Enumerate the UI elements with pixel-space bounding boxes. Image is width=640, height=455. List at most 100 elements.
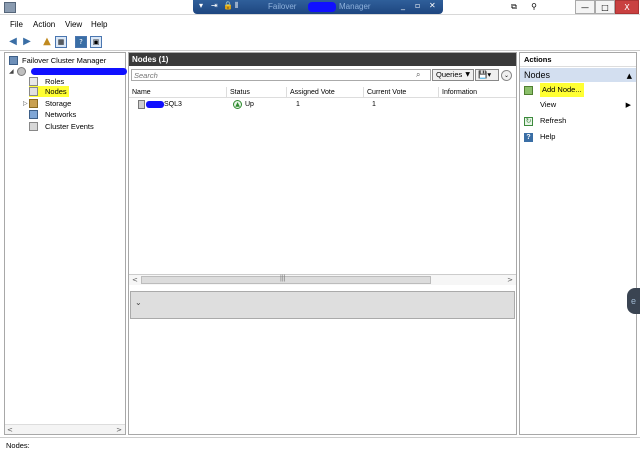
- cluster-manager-icon: [9, 56, 18, 65]
- lock-icon: 🔒: [223, 1, 233, 10]
- node-current-vote: 1: [372, 101, 376, 108]
- signal-icon: ⫴: [235, 1, 239, 10]
- nodes-icon: [29, 87, 38, 96]
- minimize-button[interactable]: —: [575, 0, 595, 14]
- tree-item-label: Cluster Events: [45, 122, 94, 131]
- chevron-down-icon: ▼: [465, 71, 470, 78]
- actions-group-nodes[interactable]: Nodes ▲: [520, 68, 636, 82]
- app-icon: [4, 2, 16, 13]
- search-input[interactable]: [131, 69, 431, 81]
- rdp-close-button[interactable]: ✕: [429, 1, 436, 10]
- column-information[interactable]: Information: [439, 87, 516, 98]
- scroll-left-icon[interactable]: <: [132, 275, 138, 285]
- chevron-down-icon[interactable]: ⌄: [135, 298, 142, 307]
- refresh-icon: ↻: [524, 117, 533, 126]
- redacted-cluster-name: [31, 68, 127, 75]
- connection-icon: ⇥: [211, 1, 218, 10]
- node-status: Up: [245, 101, 254, 108]
- nodes-title: Nodes (1): [129, 53, 516, 66]
- tree-cluster[interactable]: ◢: [9, 66, 127, 77]
- side-panel-handle-icon[interactable]: e: [627, 288, 640, 314]
- maximize-button[interactable]: □: [595, 0, 615, 14]
- save-query-button[interactable]: 💾▾: [475, 69, 499, 81]
- back-icon[interactable]: ◀: [7, 36, 19, 48]
- grid-header: Name Status Assigned Vote Current Vote I…: [129, 87, 516, 98]
- scrollbar-thumb[interactable]: |||: [141, 275, 431, 284]
- scroll-grip-icon: |||: [280, 275, 286, 282]
- actions-group-label: Nodes: [524, 70, 551, 80]
- remote-desktop-bar: ▾ ⇥ 🔒 ⫴ Failover Manager _ ▫ ✕: [193, 0, 443, 14]
- scroll-right-icon[interactable]: >: [116, 425, 122, 435]
- server-icon: [138, 100, 145, 109]
- status-text: Nodes:: [6, 441, 30, 450]
- action-label: Help: [540, 132, 556, 141]
- queries-button[interactable]: Queries ▼: [432, 69, 474, 81]
- collapse-icon[interactable]: ▲: [627, 69, 632, 83]
- scroll-left-icon[interactable]: <: [7, 425, 13, 435]
- menu-bar: File Action View Help: [0, 17, 640, 32]
- expand-collapse-icon[interactable]: ⌄: [501, 70, 512, 81]
- navigation-tree: Failover Cluster Manager ◢ Roles Nodes ▷…: [4, 52, 127, 435]
- nodes-pane: Nodes (1) ⌕ Queries ▼ 💾▾ ⌄ Name Status A…: [128, 52, 517, 435]
- queries-label: Queries: [436, 70, 463, 79]
- add-node-icon: [524, 86, 533, 95]
- node-assigned-vote: 1: [296, 101, 300, 108]
- status-up-icon: ▲: [233, 100, 242, 109]
- node-name: SQL3: [164, 101, 182, 108]
- submenu-arrow-icon: ▶: [625, 101, 631, 109]
- storage-icon: [29, 99, 38, 108]
- tree-item-nodes[interactable]: Nodes: [29, 86, 69, 97]
- column-status[interactable]: Status: [227, 87, 287, 98]
- events-icon: [29, 122, 38, 131]
- menu-file[interactable]: File: [10, 20, 23, 29]
- column-assigned-vote[interactable]: Assigned Vote: [287, 87, 364, 98]
- column-current-vote[interactable]: Current Vote: [364, 87, 439, 98]
- collapse-arrow-icon[interactable]: ◢: [9, 66, 14, 77]
- toolbar: ◀ ▶ ▲ ▦ ? ▣: [0, 33, 640, 51]
- action-label: Refresh: [540, 116, 567, 125]
- close-button[interactable]: X: [615, 0, 639, 14]
- expand-arrow-icon[interactable]: ▷: [23, 98, 28, 109]
- search-row: ⌕ Queries ▼ 💾▾ ⌄: [129, 67, 516, 82]
- details-panel: ⌄: [130, 291, 515, 319]
- action-refresh[interactable]: ↻ Refresh: [520, 114, 636, 128]
- scroll-right-icon[interactable]: >: [507, 275, 513, 285]
- rdp-restore-button[interactable]: ▫: [415, 1, 420, 10]
- pin-window-icon[interactable]: ⚲: [525, 0, 543, 14]
- roles-icon: [29, 77, 38, 86]
- help-icon[interactable]: ?: [75, 36, 87, 48]
- properties-icon[interactable]: ▣: [90, 36, 102, 48]
- show-hide-tree-icon[interactable]: ▦: [55, 36, 67, 48]
- networks-icon: [29, 110, 38, 119]
- tree-item-label: Networks: [45, 110, 77, 119]
- forward-icon[interactable]: ▶: [21, 36, 33, 48]
- cluster-icon: [17, 67, 26, 76]
- menu-view[interactable]: View: [65, 20, 82, 29]
- rdp-title-suffix: Manager: [339, 2, 371, 11]
- action-label: Add Node...: [540, 83, 584, 97]
- search-icon[interactable]: ⌕: [416, 70, 420, 80]
- up-folder-icon[interactable]: ▲: [41, 36, 53, 48]
- rdp-title-prefix: Failover: [268, 2, 297, 11]
- tree-item-label: Storage: [45, 99, 72, 108]
- tree-horizontal-scrollbar[interactable]: < >: [5, 424, 125, 434]
- restore-icon[interactable]: ⧉: [505, 0, 523, 14]
- action-help[interactable]: ? Help: [520, 130, 636, 144]
- pin-icon[interactable]: ▾: [199, 1, 203, 10]
- action-view[interactable]: View ▶: [520, 98, 636, 112]
- tree-item-label: Nodes: [45, 87, 67, 96]
- rdp-minimize-button[interactable]: _: [401, 1, 405, 10]
- action-add-node[interactable]: Add Node...: [520, 83, 636, 97]
- redacted-region: [308, 2, 336, 12]
- window-controls: ⧉ ⚲ — □ X: [505, 0, 640, 15]
- menu-action[interactable]: Action: [33, 20, 55, 29]
- table-row[interactable]: SQL3 ▲ Up 1 1: [129, 99, 516, 110]
- menu-help[interactable]: Help: [91, 20, 107, 29]
- actions-pane: Actions Nodes ▲ Add Node... View ▶ ↻ Ref…: [519, 52, 637, 435]
- tree-root-label: Failover Cluster Manager: [22, 56, 107, 65]
- help-icon: ?: [524, 133, 533, 142]
- action-label: View: [540, 100, 557, 109]
- list-horizontal-scrollbar[interactable]: < ||| >: [129, 274, 516, 285]
- column-name[interactable]: Name: [129, 87, 227, 98]
- actions-title: Actions: [520, 53, 636, 67]
